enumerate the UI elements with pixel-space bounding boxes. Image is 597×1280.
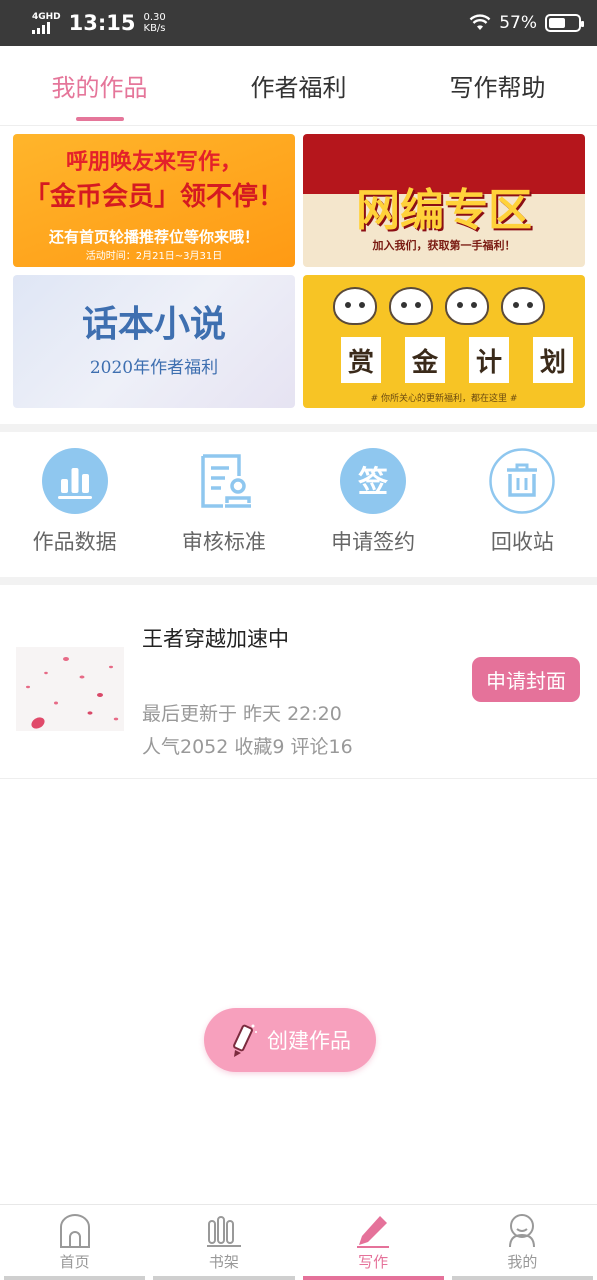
cat-icon: [501, 287, 545, 325]
wifi-icon: [469, 14, 491, 30]
work-cover-image[interactable]: [16, 647, 124, 731]
banner-char: 计: [469, 337, 509, 383]
bar-chart-icon: [41, 448, 108, 514]
sign-icon: 签: [340, 448, 407, 514]
cat-icon: [445, 287, 489, 325]
speed-value: 0.30: [143, 12, 166, 23]
top-tabs: 我的作品 作者福利 写作帮助: [0, 46, 597, 126]
banner-text: 「金币会员」领不停！: [23, 182, 284, 212]
banner-text: # 你所关心的更新福利，都在这里 #: [370, 394, 518, 404]
cat-illustration: [333, 287, 545, 325]
work-data-button[interactable]: 作品数据: [0, 432, 149, 578]
nav-item-write[interactable]: 写作: [299, 1205, 448, 1280]
banner-text: 还有首页轮播推荐位等你来哦！: [48, 228, 259, 246]
pencil-icon: [357, 1216, 390, 1248]
signal-indicator: 4GHD: [32, 11, 61, 34]
banner-text: 2020年作者福利: [89, 358, 219, 378]
clock: 13:15: [68, 11, 136, 35]
create-work-label: 创建作品: [267, 1029, 351, 1053]
work-last-update: 最后更新于 昨天 22:20: [142, 703, 342, 725]
pencil-icon: [233, 1024, 257, 1057]
section-divider: [0, 424, 597, 432]
banner-text: 话本小说: [81, 304, 226, 345]
section-divider: [0, 577, 597, 585]
banner-text: 加入我们，获取第一手福利！: [372, 239, 516, 252]
battery-percent: 57%: [499, 13, 537, 33]
battery-icon: [545, 14, 584, 32]
work-list-item[interactable]: 王者穿越加速中 最后更新于 昨天 22:20 人气2052 收藏9 评论16 申…: [0, 585, 597, 779]
tool-label: 审核标准: [181, 530, 266, 554]
signal-icon: [32, 21, 50, 34]
review-standard-button[interactable]: 审核标准: [149, 432, 298, 578]
tab-writing-help[interactable]: 写作帮助: [398, 46, 597, 125]
create-work-button[interactable]: 创建作品: [204, 1008, 376, 1072]
tool-label: 申请签约: [331, 530, 416, 554]
banner-char: 金: [405, 337, 445, 383]
profile-icon: [509, 1214, 536, 1248]
recycle-bin-button[interactable]: 回收站: [448, 432, 597, 578]
tab-my-works[interactable]: 我的作品: [0, 46, 199, 125]
nav-label: 写作: [358, 1253, 389, 1271]
work-title[interactable]: 王者穿越加速中: [142, 623, 289, 653]
network-speed: 0.30 KB/s: [144, 12, 166, 34]
banner-text: 呼朋唤友来写作，: [65, 150, 242, 175]
nav-label: 我的: [507, 1253, 538, 1271]
banner-editor-zone[interactable]: 网编专区 加入我们，获取第一手福利！: [303, 134, 585, 267]
apply-contract-button[interactable]: 签 申请签约: [299, 432, 448, 578]
banner-char: 划: [533, 337, 573, 383]
bookshelf-icon: [206, 1216, 241, 1247]
banner-invite-friends[interactable]: 呼朋唤友来写作， 「金币会员」领不停！ 还有首页轮播推荐位等你来哦！ 活动时间：…: [13, 134, 295, 267]
cat-icon: [389, 287, 433, 325]
nav-label: 首页: [59, 1253, 90, 1271]
banner-grid: 呼朋唤友来写作， 「金币会员」领不停！ 还有首页轮播推荐位等你来哦！ 活动时间：…: [13, 134, 585, 408]
banner-story-novel[interactable]: 话本小说 2020年作者福利: [13, 275, 295, 408]
status-bar: 4GHD 13:15 0.30 KB/s 57%: [0, 0, 597, 46]
banner-char: 赏: [341, 337, 381, 383]
tab-author-benefits[interactable]: 作者福利: [199, 46, 398, 125]
nav-label: 书架: [208, 1253, 239, 1271]
trash-icon: [489, 448, 556, 514]
nav-item-home[interactable]: 首页: [0, 1205, 149, 1280]
review-doc-icon: [191, 448, 257, 514]
banner-text: 网编专区: [356, 185, 532, 236]
tools-row: 作品数据 审核标准 签 申请签约 回收站: [0, 432, 597, 578]
apply-cover-button[interactable]: 申请封面: [472, 657, 580, 702]
nav-item-bookshelf[interactable]: 书架: [149, 1205, 298, 1280]
work-stats: 人气2052 收藏9 评论16: [142, 736, 353, 758]
network-type: 4GHD: [32, 11, 61, 22]
tool-label: 回收站: [490, 530, 554, 554]
tool-label: 作品数据: [32, 530, 117, 554]
sign-icon-char: 签: [358, 465, 388, 500]
home-icon: [59, 1214, 90, 1248]
banner-text: 活动时间：2月21日~3月31日: [85, 251, 223, 262]
speed-unit: KB/s: [143, 23, 166, 34]
bottom-nav: 首页 书架 写作 我的: [0, 1204, 597, 1280]
banner-bounty-plan[interactable]: 赏 金 计 划 # 你所关心的更新福利，都在这里 #: [303, 275, 585, 408]
cat-icon: [333, 287, 377, 325]
nav-item-profile[interactable]: 我的: [448, 1205, 597, 1280]
